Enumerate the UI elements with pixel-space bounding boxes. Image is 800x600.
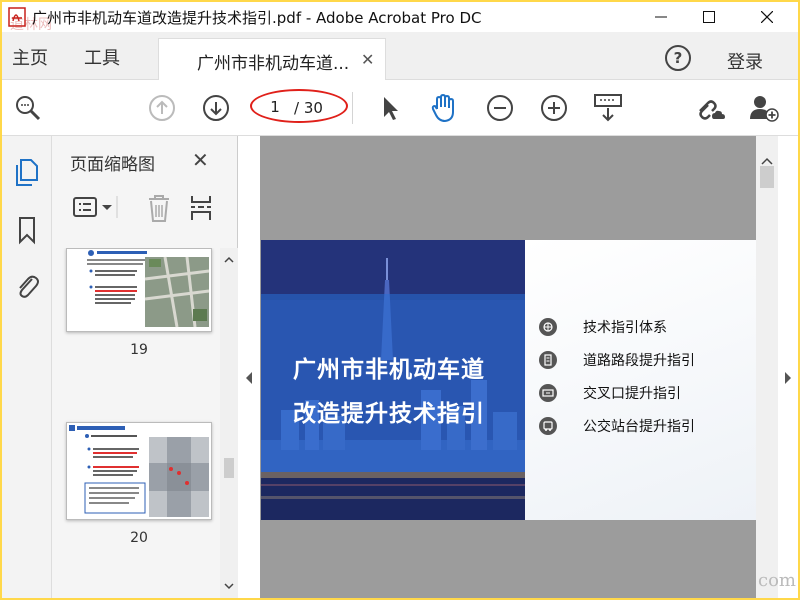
contents-item: 道路路段提升指引	[539, 349, 695, 371]
contents-item-label: 道路路段提升指引	[583, 353, 695, 369]
pdf-page: 广州市非机动车道 改造提升技术指引 技术指引体系 道路路段提升指引 交叉口提升指…	[261, 240, 756, 520]
search-icon	[16, 96, 41, 121]
pages-icon	[16, 159, 38, 186]
thumbnail-panel: 页面缩略图 ✕ 19 20	[52, 136, 238, 598]
trash-icon	[149, 195, 169, 222]
select-tool-button[interactable]	[374, 92, 406, 124]
thumbnail-options-button[interactable]	[72, 194, 118, 220]
bookmarks-button[interactable]	[12, 214, 42, 246]
intersection-icon	[539, 384, 557, 402]
page-highlight-oval	[250, 89, 348, 123]
document-scrollbar[interactable]	[756, 136, 778, 598]
right-gutter	[778, 136, 798, 598]
contents-item-label: 技术指引体系	[583, 320, 667, 336]
add-user-icon	[750, 96, 779, 122]
minimize-button[interactable]	[638, 2, 684, 32]
acrobat-window: 道林网 广州市非机动车道改造提升技术指引.pdf - Adobe Acrobat…	[2, 2, 798, 598]
svg-text:?: ?	[674, 49, 683, 67]
insert-page-icon	[191, 196, 211, 220]
thumbnail-page-20-image	[67, 423, 211, 519]
tab-bar: 主页 工具 广州市非机动车道... ✕ ? 登录	[2, 32, 798, 80]
tab-home[interactable]: 主页	[12, 44, 48, 70]
window-title: 广州市非机动车道改造提升技术指引.pdf - Adobe Acrobat Pro…	[32, 9, 482, 27]
panel-close-icon[interactable]: ✕	[192, 148, 209, 172]
minimize-icon	[655, 16, 667, 18]
thumbnail-scrollbar[interactable]	[220, 248, 238, 598]
hand-icon	[431, 94, 454, 122]
plus-circle-icon	[541, 95, 567, 121]
attachments-button[interactable]	[12, 270, 42, 302]
thumbnail-page[interactable]	[66, 422, 212, 520]
link-cloud-icon	[699, 100, 725, 120]
options-menu-icon	[73, 196, 118, 218]
bookmark-icon	[19, 217, 35, 245]
contents-item: 公交站台提升指引	[539, 415, 695, 437]
next-page-button[interactable]	[200, 92, 232, 124]
document-scroll-arrows	[761, 157, 773, 165]
close-icon	[761, 11, 773, 23]
share-link-button[interactable]	[694, 92, 726, 124]
zoom-search-button[interactable]	[12, 92, 44, 124]
contents-item-label: 公交站台提升指引	[583, 419, 695, 435]
slide-title-line2: 改造提升技术指引	[293, 401, 485, 427]
tab-document[interactable]: 广州市非机动车道... ✕	[158, 38, 386, 80]
thumbnail-page-number: 19	[130, 342, 148, 358]
slide-cover-image: 广州市非机动车道 改造提升技术指引	[261, 240, 525, 520]
insert-page-button[interactable]	[188, 194, 214, 222]
thumbnail-scroll-thumb[interactable]	[224, 458, 234, 478]
close-tab-icon[interactable]: ✕	[361, 50, 374, 69]
keyboard-scroll-button[interactable]	[592, 92, 624, 124]
document-scroll-thumb[interactable]	[760, 166, 774, 188]
toolbar-divider	[352, 92, 353, 124]
document-tab-label: 广州市非机动车道...	[197, 54, 350, 74]
toolbar: 1 / 30	[2, 80, 798, 136]
keyboard-down-icon	[594, 94, 622, 122]
thumbnail-page-19-image	[67, 249, 211, 331]
login-link[interactable]: 登录	[727, 48, 763, 74]
bus-stop-icon	[539, 417, 557, 435]
contents-item: 交叉口提升指引	[539, 382, 681, 404]
slide-contents: 技术指引体系 道路路段提升指引 交叉口提升指引 公交站台提升指引	[525, 240, 756, 520]
watermark-bottom: com	[758, 570, 796, 591]
document-icon	[539, 351, 557, 369]
help-icon[interactable]: ?	[664, 44, 692, 72]
left-gutter	[238, 136, 260, 598]
arrow-up-circle-icon	[149, 95, 175, 121]
zoom-in-button[interactable]	[538, 92, 570, 124]
arrow-down-circle-icon	[203, 95, 229, 121]
contents-item: 技术指引体系	[539, 316, 667, 338]
thumbnail-scroll-arrows	[224, 256, 234, 590]
add-user-button[interactable]	[748, 92, 780, 124]
minus-circle-icon	[487, 95, 513, 121]
document-view[interactable]: 广州市非机动车道 改造提升技术指引 技术指引体系 道路路段提升指引 交叉口提升指…	[238, 136, 798, 598]
previous-page-button[interactable]	[146, 92, 178, 124]
tab-tools[interactable]: 工具	[84, 44, 120, 70]
panel-title: 页面缩略图	[70, 155, 155, 175]
page-thumbnails-button[interactable]	[12, 156, 42, 188]
zoom-out-button[interactable]	[484, 92, 516, 124]
hand-tool-button[interactable]	[428, 92, 460, 124]
navigation-rail	[2, 136, 52, 598]
close-window-button[interactable]	[744, 2, 790, 32]
collapse-left-panel-icon[interactable]	[238, 136, 260, 598]
slide-title-line1: 广州市非机动车道	[293, 357, 485, 383]
title-bar: 道林网 广州市非机动车道改造提升技术指引.pdf - Adobe Acrobat…	[2, 2, 798, 33]
paperclip-icon	[19, 275, 39, 298]
thumbnail-page-number: 20	[130, 530, 148, 546]
thumbnail-page[interactable]	[66, 248, 212, 332]
delete-page-button[interactable]	[146, 194, 172, 222]
cursor-arrow-icon	[384, 97, 398, 120]
expand-right-panel-icon[interactable]	[778, 136, 798, 598]
compass-icon	[539, 318, 557, 336]
thumbnail-list[interactable]: 19 20	[52, 248, 220, 598]
contents-item-label: 交叉口提升指引	[583, 386, 681, 402]
maximize-button[interactable]	[686, 2, 732, 32]
maximize-icon	[703, 11, 715, 23]
